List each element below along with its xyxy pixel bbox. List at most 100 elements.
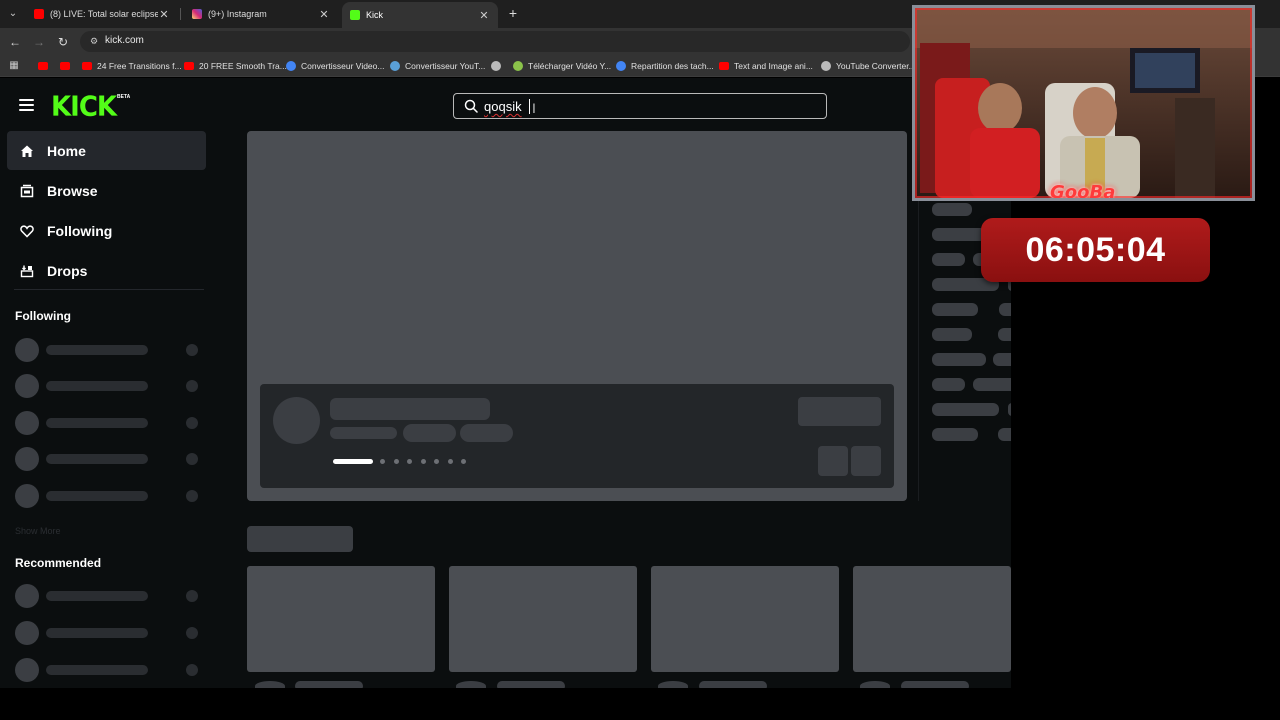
tab-title: (8) LIVE: Total solar eclipse in Sp <box>50 9 158 19</box>
bookmark-label: Convertisseur Video... <box>301 61 385 71</box>
bookmark-item[interactable]: 24 Free Transitions f... <box>82 59 182 73</box>
google-icon <box>286 61 296 71</box>
show-more-link[interactable]: Show More <box>15 526 61 536</box>
text-skeleton <box>46 665 148 675</box>
sidebar-item-following[interactable]: Following <box>7 211 206 250</box>
bookmark-label: YouTube Converter... <box>836 61 916 71</box>
bookmark-item[interactable] <box>38 59 53 73</box>
carousel-dot[interactable] <box>407 458 412 464</box>
timer-text: 06:05:04 <box>1025 230 1166 269</box>
reload-icon[interactable]: ↻ <box>55 34 71 50</box>
status-skeleton <box>186 590 198 602</box>
bookmark-item[interactable]: Télécharger Vidéo Y... <box>513 59 611 73</box>
avatar-skeleton <box>255 681 285 688</box>
sidebar-item-drops[interactable]: Drops <box>7 251 206 290</box>
bookmark-item[interactable]: Text and Image ani... <box>719 59 813 73</box>
bookmark-item[interactable]: 20 FREE Smooth Tra... <box>184 59 287 73</box>
channel-row-skeleton[interactable] <box>15 411 200 435</box>
carousel-dot[interactable] <box>393 458 399 464</box>
sidebar-item-label: Following <box>47 222 113 239</box>
address-bar[interactable]: ⚙ kick.com <box>80 31 910 52</box>
bookmark-label: 20 FREE Smooth Tra... <box>199 61 287 71</box>
browser-tab-kick[interactable]: Kick ✕ <box>342 2 498 28</box>
home-icon <box>19 143 35 159</box>
carousel-dot[interactable] <box>434 458 439 464</box>
browser-tab-youtube[interactable]: (8) LIVE: Total solar eclipse in Sp ✕ <box>26 2 178 26</box>
text-skeleton <box>699 681 767 688</box>
carousel-dot[interactable] <box>380 458 385 464</box>
webcam-overlay: GooBa <box>912 5 1255 201</box>
sidebar-item-browse[interactable]: Browse <box>7 171 206 210</box>
channel-row-skeleton[interactable] <box>15 621 200 645</box>
apps-grid-icon[interactable]: ▦ <box>8 60 20 72</box>
bookmark-item[interactable] <box>60 59 75 73</box>
carousel-dot[interactable] <box>420 458 426 464</box>
avatar-skeleton <box>860 681 890 688</box>
bookmark-label: 24 Free Transitions f... <box>97 61 182 71</box>
tab-search-chevron-icon[interactable]: ⌄ <box>6 7 20 21</box>
browser-tab-instagram[interactable]: (9+) Instagram ✕ <box>184 2 338 26</box>
text-skeleton <box>46 345 148 355</box>
bookmark-label: Télécharger Vidéo Y... <box>528 61 612 71</box>
bookmark-item[interactable]: Convertisseur YouT... <box>390 59 485 73</box>
tab-title: Kick <box>366 10 384 20</box>
text-caret <box>529 99 530 114</box>
youtube-icon <box>38 62 48 70</box>
site-settings-icon[interactable]: ⚙ <box>88 35 100 47</box>
avatar-skeleton <box>15 584 39 608</box>
channel-row-skeleton[interactable] <box>15 658 200 682</box>
sidebar-item-home[interactable]: Home <box>7 131 206 170</box>
search-input[interactable]: qoqsik I <box>453 93 827 119</box>
status-skeleton <box>186 453 198 465</box>
close-tab-icon[interactable]: ✕ <box>318 8 330 21</box>
channel-row-skeleton[interactable] <box>15 447 200 471</box>
text-skeleton <box>46 591 148 601</box>
kick-logo[interactable]: KICK <box>51 91 117 123</box>
text-skeleton <box>993 353 1011 366</box>
sidebar-divider <box>14 289 204 290</box>
stream-thumbnail-skeleton[interactable] <box>247 566 435 672</box>
carousel-dot-active[interactable] <box>333 458 373 464</box>
carousel-dot[interactable] <box>461 458 466 464</box>
channel-row-skeleton[interactable] <box>15 484 200 508</box>
status-skeleton <box>186 380 198 392</box>
close-tab-icon[interactable]: ✕ <box>478 9 490 22</box>
forward-arrow-icon[interactable]: → <box>31 34 47 50</box>
back-arrow-icon[interactable]: ← <box>7 34 23 50</box>
download-icon <box>513 61 523 71</box>
bookmark-label: Repartition des tach... <box>631 61 714 71</box>
stream-thumbnail-skeleton[interactable] <box>449 566 637 672</box>
text-skeleton <box>46 454 148 464</box>
close-tab-icon[interactable]: ✕ <box>158 8 170 21</box>
status-skeleton <box>186 627 198 639</box>
channel-row-skeleton[interactable] <box>15 338 200 362</box>
carousel-pagination[interactable] <box>333 458 475 464</box>
channel-row-skeleton[interactable] <box>15 374 200 398</box>
ibeam-cursor-icon: I <box>532 100 536 116</box>
hamburger-menu-icon[interactable] <box>19 99 34 111</box>
bookmark-item[interactable]: Repartition des tach... <box>616 59 714 73</box>
text-skeleton <box>330 427 397 439</box>
bookmark-item[interactable]: Convertisseur Video... <box>286 59 384 73</box>
streamer-name-logo: GooBa <box>1050 182 1116 201</box>
text-skeleton <box>497 681 565 688</box>
stream-thumbnail-skeleton[interactable] <box>853 566 1011 672</box>
carousel-dot[interactable] <box>447 458 453 464</box>
heart-icon <box>19 223 35 239</box>
avatar-skeleton <box>15 411 39 435</box>
bookmark-item[interactable] <box>491 59 506 73</box>
search-query-text: qoqsik <box>484 99 522 114</box>
kick-page: KICK BETA qoqsik I Home Browse Following… <box>0 78 1011 688</box>
stream-thumbnail-skeleton[interactable] <box>651 566 839 672</box>
recommended-heading: Recommended <box>15 556 102 570</box>
text-skeleton <box>901 681 969 688</box>
featured-stream-card[interactable] <box>260 384 894 488</box>
bookmark-item[interactable]: YouTube Converter... <box>821 59 916 73</box>
new-tab-button[interactable]: + <box>505 5 521 21</box>
text-skeleton <box>295 681 363 688</box>
avatar-skeleton <box>15 374 39 398</box>
channel-row-skeleton[interactable] <box>15 584 200 608</box>
avatar-skeleton <box>15 447 39 471</box>
avatar-skeleton <box>658 681 688 688</box>
title-skeleton <box>330 398 490 420</box>
